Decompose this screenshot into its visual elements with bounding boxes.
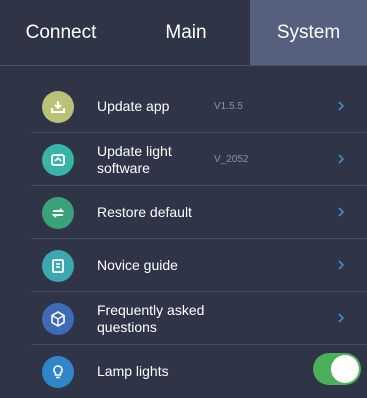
tab-system[interactable]: System bbox=[250, 0, 367, 65]
lightbulb-icon bbox=[42, 356, 74, 388]
update-light-software-row[interactable]: Update light software V_2052 bbox=[31, 133, 367, 186]
chevron-right-icon bbox=[338, 260, 345, 270]
chevron-right-icon bbox=[338, 101, 345, 111]
lamp-lights-label: Lamp lights bbox=[97, 363, 169, 379]
system-settings-list: Update app V1.5.5 Update light software … bbox=[31, 80, 367, 398]
update-app-label: Update app bbox=[97, 98, 170, 114]
tab-connect[interactable]: Connect bbox=[0, 0, 122, 65]
toggle-knob bbox=[331, 355, 359, 383]
lamp-lights-toggle[interactable] bbox=[313, 353, 361, 385]
chevron-right-icon bbox=[338, 207, 345, 217]
download-tray-icon bbox=[42, 91, 74, 123]
tab-bar: Connect Main System bbox=[0, 0, 367, 66]
light-software-version: V_2052 bbox=[214, 154, 249, 165]
novice-guide-row[interactable]: Novice guide bbox=[31, 239, 367, 292]
lamp-lights-row: Lamp lights bbox=[31, 345, 367, 398]
faq-row[interactable]: Frequently asked questions bbox=[31, 292, 367, 345]
app-version: V1.5.5 bbox=[214, 101, 243, 112]
chevron-right-icon bbox=[338, 313, 345, 323]
tab-main[interactable]: Main bbox=[122, 0, 250, 65]
chevron-right-icon bbox=[338, 154, 345, 164]
lamp-update-icon bbox=[42, 144, 74, 176]
novice-guide-label: Novice guide bbox=[97, 257, 178, 273]
faq-cube-icon bbox=[42, 303, 74, 335]
update-light-software-label: Update light software bbox=[97, 142, 172, 176]
guide-document-icon bbox=[42, 250, 74, 282]
restore-arrows-icon bbox=[42, 197, 74, 229]
restore-default-row[interactable]: Restore default bbox=[31, 186, 367, 239]
restore-default-label: Restore default bbox=[97, 204, 192, 220]
update-app-row[interactable]: Update app V1.5.5 bbox=[31, 80, 367, 133]
faq-label: Frequently asked questions bbox=[97, 301, 205, 335]
